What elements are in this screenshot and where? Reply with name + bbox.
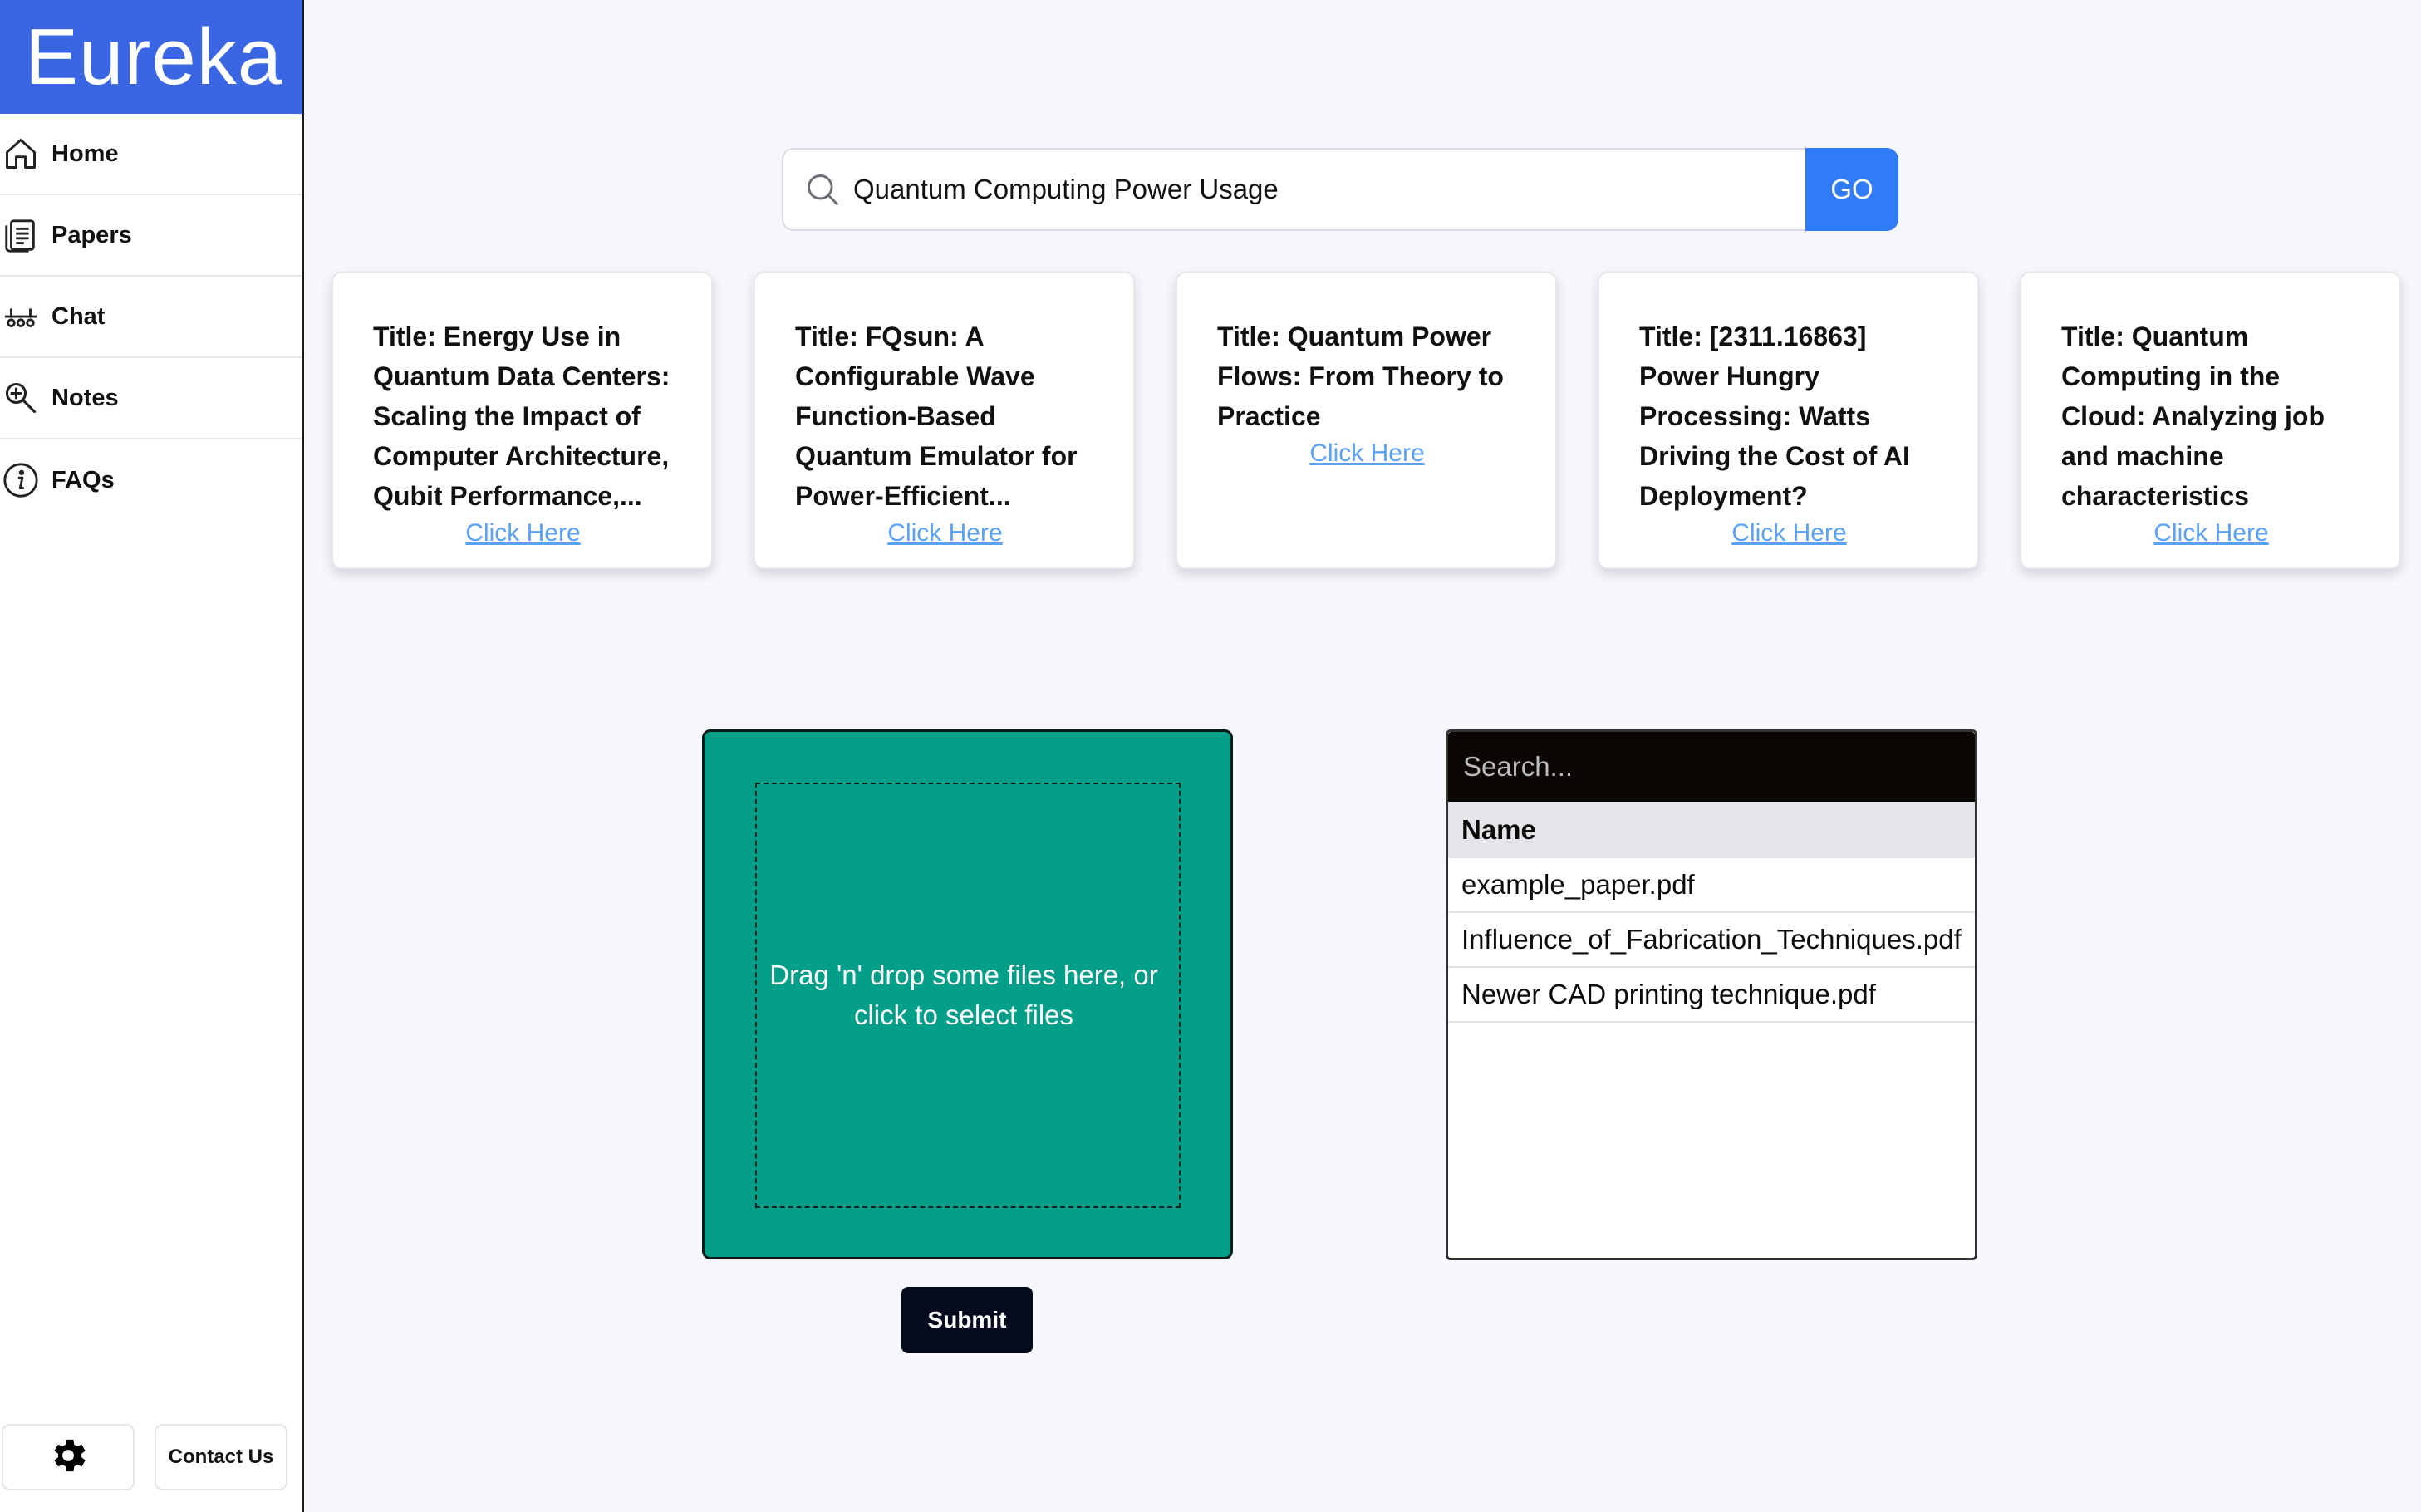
table-row[interactable]: example_paper.pdf	[1448, 858, 1975, 913]
result-link[interactable]: Click Here	[2061, 519, 2361, 547]
result-title: Title: Energy Use in Quantum Data Center…	[373, 322, 670, 511]
search-bar: Quantum Computing Power Usage GO	[782, 148, 1898, 231]
result-link[interactable]: Click Here	[1217, 439, 1517, 468]
chat-icon	[2, 297, 40, 336]
papers-icon	[2, 216, 40, 254]
dropzone-dashed-area: Drag 'n' drop some files here, or click …	[755, 783, 1181, 1208]
result-link[interactable]: Click Here	[373, 519, 673, 547]
result-card: Title: Quantum Computing in the Cloud: A…	[2020, 272, 2401, 569]
sidebar-item-label: FAQs	[52, 466, 115, 493]
file-search-input[interactable]: Search...	[1448, 732, 1975, 802]
result-link[interactable]: Click Here	[1639, 519, 1939, 547]
file-table: Search... Name example_paper.pdf Influen…	[1446, 729, 1977, 1260]
sidebar: Eureka Home Papers Chat Notes FAQs Conta…	[0, 0, 304, 1512]
result-title: Title: FQsun: A Configurable Wave Functi…	[795, 322, 1078, 511]
sidebar-item-papers[interactable]: Papers	[0, 195, 302, 277]
sidebar-item-label: Papers	[52, 221, 132, 248]
sidebar-item-label: Chat	[52, 302, 106, 330]
info-icon	[2, 461, 40, 499]
result-title: Title: Quantum Computing in the Cloud: A…	[2061, 322, 2325, 511]
sidebar-item-home[interactable]: Home	[0, 114, 302, 195]
sidebar-item-label: Home	[52, 140, 119, 167]
sidebar-item-notes[interactable]: Notes	[0, 358, 302, 439]
table-row[interactable]: Newer CAD printing technique.pdf	[1448, 968, 1975, 1023]
search-input[interactable]: Quantum Computing Power Usage	[782, 148, 1805, 231]
table-row[interactable]: Influence_of_Fabrication_Techniques.pdf	[1448, 913, 1975, 968]
file-dropzone[interactable]: Drag 'n' drop some files here, or click …	[702, 729, 1233, 1259]
results-list: Title: Energy Use in Quantum Data Center…	[331, 272, 2401, 569]
contact-us-button[interactable]: Contact Us	[155, 1424, 287, 1490]
sidebar-nav: Home Papers Chat Notes FAQs	[0, 114, 302, 521]
sidebar-footer: Contact Us	[0, 1424, 302, 1490]
go-button[interactable]: GO	[1805, 148, 1898, 231]
sidebar-item-chat[interactable]: Chat	[0, 277, 302, 358]
result-card: Title: [2311.16863] Power Hungry Process…	[1598, 272, 1979, 569]
sidebar-item-faqs[interactable]: FAQs	[0, 439, 302, 521]
dropzone-text: Drag 'n' drop some files here, or click …	[769, 960, 1158, 1030]
search-icon	[803, 170, 842, 209]
result-title: Title: Quantum Power Flows: From Theory …	[1217, 322, 1504, 431]
result-title: Title: [2311.16863] Power Hungry Process…	[1639, 322, 1910, 511]
result-card: Title: Energy Use in Quantum Data Center…	[331, 272, 713, 569]
submit-button[interactable]: Submit	[901, 1287, 1033, 1353]
result-link[interactable]: Click Here	[795, 519, 1095, 547]
result-card: Title: Quantum Power Flows: From Theory …	[1176, 272, 1557, 569]
settings-button[interactable]	[2, 1424, 135, 1490]
gear-icon	[47, 1434, 90, 1481]
search-query-text: Quantum Computing Power Usage	[853, 174, 1279, 204]
sidebar-item-label: Notes	[52, 384, 119, 411]
result-card: Title: FQsun: A Configurable Wave Functi…	[754, 272, 1135, 569]
column-header-name: Name	[1448, 802, 1975, 858]
notes-icon	[2, 379, 40, 417]
app-logo: Eureka	[0, 0, 302, 114]
home-icon	[2, 135, 40, 173]
